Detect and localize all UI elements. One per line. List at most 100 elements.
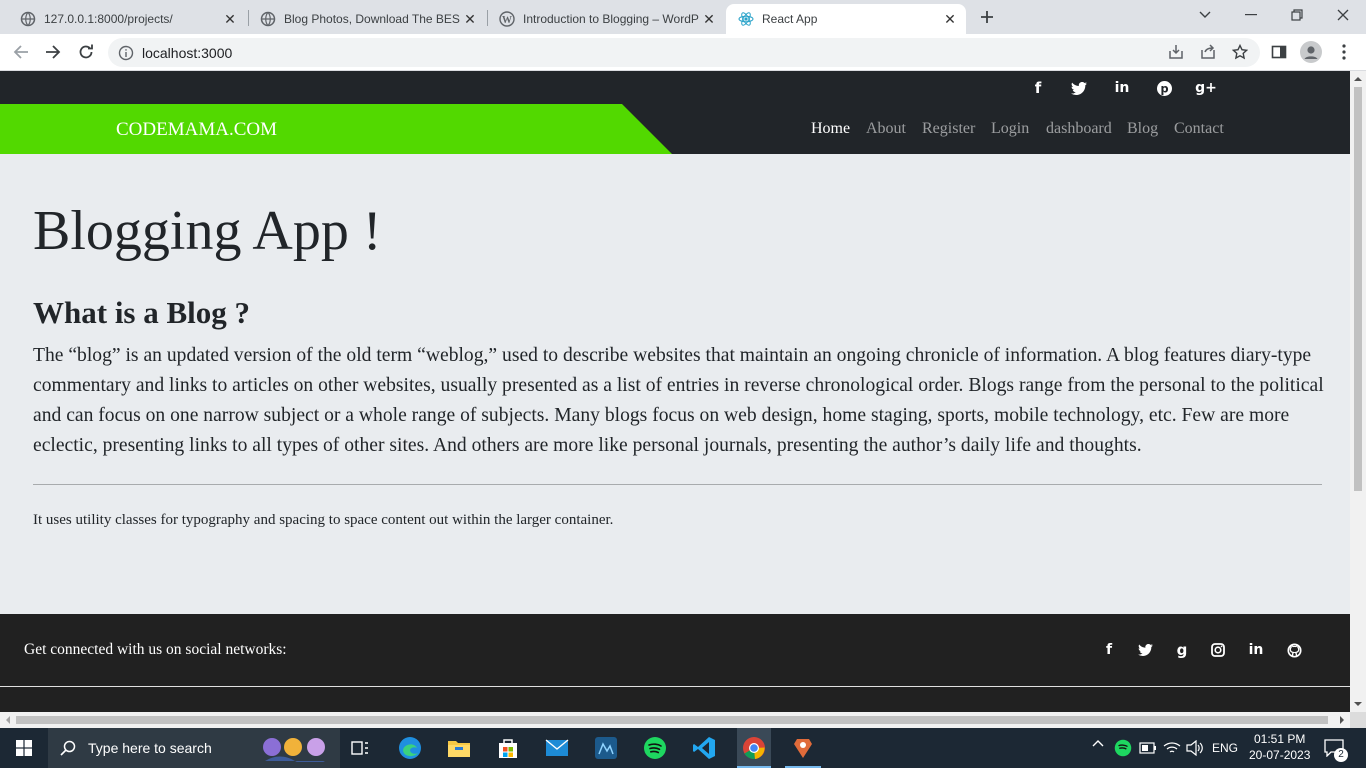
google-plus-icon[interactable]: g+: [1195, 78, 1217, 98]
tab-title: Blog Photos, Download The BEST: [284, 12, 460, 26]
site-info-icon[interactable]: [118, 45, 134, 61]
linkedin-icon[interactable]: in: [1246, 640, 1266, 660]
facebook-icon[interactable]: f: [1028, 78, 1048, 98]
close-tab-icon[interactable]: ✕: [220, 9, 240, 29]
clock-time: 01:51 PM: [1254, 732, 1306, 746]
github-icon[interactable]: [1284, 640, 1304, 660]
horizontal-scroll-thumb[interactable]: [16, 716, 1328, 724]
tab-react-app[interactable]: React App ✕: [726, 4, 966, 34]
profile-avatar-icon[interactable]: [1298, 39, 1324, 65]
tray-overflow-icon[interactable]: [1092, 739, 1104, 747]
tab-strip: 127.0.0.1:8000/projects/ ✕ Blog Photos, …: [0, 0, 1366, 34]
nav-register[interactable]: Register: [922, 120, 975, 138]
wifi-icon[interactable]: [1163, 741, 1181, 755]
tab-projects[interactable]: 127.0.0.1:8000/projects/ ✕: [8, 4, 246, 34]
menu-kebab-icon[interactable]: [1331, 39, 1357, 65]
battery-icon[interactable]: [1139, 742, 1157, 754]
minimize-icon[interactable]: [1228, 0, 1274, 30]
main-navbar: CODEMAMA.COM Home About Register Login d…: [0, 104, 1350, 154]
divider: [33, 484, 1322, 485]
vertical-scroll-thumb[interactable]: [1354, 87, 1362, 491]
search-highlight-icon: [260, 736, 330, 762]
close-tab-icon[interactable]: ✕: [699, 9, 719, 29]
social-topbar: f in p g+: [0, 71, 1350, 104]
tab-title: Introduction to Blogging – WordPress: [523, 12, 699, 26]
nav-home[interactable]: Home: [811, 120, 850, 138]
svg-text:W: W: [502, 15, 512, 26]
windows-start-icon[interactable]: [8, 732, 40, 764]
footer-social-text: Get connected with us on social networks…: [24, 641, 287, 658]
spotify-tray-icon[interactable]: [1114, 739, 1132, 757]
scroll-left-icon: [6, 716, 10, 724]
mysql-workbench-icon[interactable]: [590, 732, 622, 764]
url-text: localhost:3000: [142, 44, 233, 61]
restore-icon[interactable]: [1274, 0, 1320, 30]
vscode-icon[interactable]: [688, 732, 720, 764]
spotify-icon[interactable]: [639, 732, 671, 764]
share-icon[interactable]: [1195, 39, 1221, 65]
lead-paragraph: The “blog” is an updated version of the …: [33, 345, 1324, 456]
search-placeholder: Type here to search: [88, 740, 212, 756]
task-view-icon[interactable]: [344, 732, 376, 764]
pinterest-icon[interactable]: p: [1154, 78, 1174, 98]
mail-icon[interactable]: [541, 732, 573, 764]
linkedin-icon[interactable]: in: [1112, 78, 1132, 98]
page-title: Blogging App !: [33, 200, 382, 262]
tab-title: React App: [762, 12, 818, 26]
twitter-icon[interactable]: [1135, 640, 1155, 660]
clock[interactable]: 01:51 PM 20-07-2023: [1249, 731, 1310, 763]
nav-dashboard[interactable]: dashboard: [1046, 120, 1112, 138]
microsoft-store-icon[interactable]: [492, 732, 524, 764]
brand-banner: [0, 104, 672, 154]
taskbar-search-box[interactable]: Type here to search: [48, 728, 340, 768]
instagram-icon[interactable]: [1208, 640, 1228, 660]
brand-logo[interactable]: CODEMAMA.COM: [116, 119, 277, 141]
side-panel-icon[interactable]: [1266, 39, 1292, 65]
language-indicator[interactable]: ENG: [1212, 741, 1238, 755]
chrome-icon[interactable]: [737, 728, 771, 768]
volume-icon[interactable]: [1186, 740, 1204, 756]
globe-icon: [20, 11, 36, 27]
nav-contact[interactable]: Contact: [1174, 120, 1224, 138]
scroll-up-icon: [1354, 77, 1362, 81]
react-icon: [738, 11, 754, 27]
forward-icon[interactable]: [40, 39, 66, 65]
facebook-icon[interactable]: f: [1099, 640, 1119, 660]
google-icon[interactable]: g: [1172, 640, 1192, 660]
svg-text:p: p: [1160, 82, 1168, 95]
windows-taskbar: Type here to search ENG 01:51 PM 20-07-2…: [0, 728, 1366, 768]
info-text: It uses utility classes for typography a…: [33, 512, 614, 528]
new-tab-button[interactable]: [976, 6, 998, 28]
install-app-icon[interactable]: [1163, 39, 1189, 65]
tab-wordpress[interactable]: W Introduction to Blogging – WordPress ✕: [487, 4, 725, 34]
browser-toolbar: localhost:3000: [0, 34, 1366, 71]
reload-icon[interactable]: [73, 39, 99, 65]
edge-icon[interactable]: [394, 732, 426, 764]
paint-icon[interactable]: [787, 732, 819, 764]
close-tab-icon[interactable]: ✕: [460, 9, 480, 29]
scrollbar-corner: [1350, 712, 1366, 728]
nav-login[interactable]: Login: [991, 120, 1029, 138]
horizontal-scrollbar[interactable]: [0, 712, 1350, 728]
close-window-icon[interactable]: [1320, 0, 1366, 30]
footer-divider: [0, 686, 1350, 687]
bookmark-star-icon[interactable]: [1227, 39, 1253, 65]
scroll-down-icon: [1354, 702, 1362, 706]
nav-blog[interactable]: Blog: [1127, 120, 1158, 138]
tab-blog-photos[interactable]: Blog Photos, Download The BEST ✕: [248, 4, 486, 34]
globe-icon: [260, 11, 276, 27]
nav-about[interactable]: About: [866, 120, 906, 138]
section-heading: What is a Blog ?: [33, 295, 251, 330]
search-icon: [60, 740, 76, 756]
tab-title: 127.0.0.1:8000/projects/: [44, 12, 173, 26]
clock-date: 20-07-2023: [1249, 748, 1311, 762]
scroll-right-icon: [1340, 716, 1344, 724]
back-icon[interactable]: [8, 39, 34, 65]
tab-search-icon[interactable]: [1182, 0, 1228, 30]
close-tab-icon[interactable]: ✕: [940, 9, 960, 29]
twitter-icon[interactable]: [1069, 78, 1089, 98]
file-explorer-icon[interactable]: [443, 732, 475, 764]
address-bar[interactable]: localhost:3000: [108, 38, 1260, 67]
notification-count-badge: 2: [1334, 748, 1348, 762]
vertical-scrollbar[interactable]: [1350, 71, 1366, 712]
